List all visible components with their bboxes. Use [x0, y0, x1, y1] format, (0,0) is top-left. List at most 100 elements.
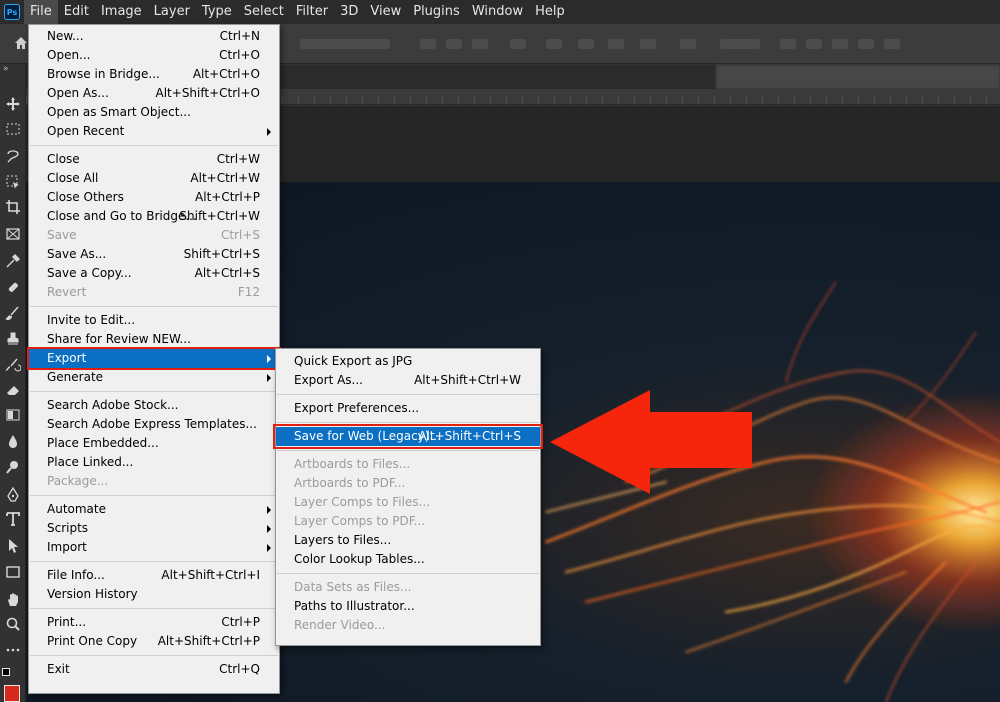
- clone-stamp-icon[interactable]: [5, 331, 21, 347]
- eyedropper-icon[interactable]: [5, 253, 21, 269]
- lasso-icon[interactable]: [5, 148, 21, 164]
- align-icon[interactable]: [510, 39, 526, 49]
- align-icon[interactable]: [472, 39, 488, 49]
- file-menu-item-print-one-copy[interactable]: Print One Copy Alt+Shift+Ctrl+P: [29, 632, 279, 651]
- export-menu-item-layers-to-files[interactable]: Layers to Files...: [276, 531, 540, 550]
- file-menu-item-exit[interactable]: Exit Ctrl+Q: [29, 660, 279, 679]
- menu-item-label: Layers to Files...: [294, 533, 392, 547]
- document-tab-active[interactable]: [716, 65, 1000, 89]
- file-menu-item-print[interactable]: Print... Ctrl+P: [29, 613, 279, 632]
- marquee-icon[interactable]: [5, 121, 21, 137]
- align-icon[interactable]: [546, 39, 562, 49]
- file-menu-item-open-as[interactable]: Open As... Alt+Shift+Ctrl+O: [29, 84, 279, 103]
- file-menu-item-new[interactable]: New... Ctrl+N: [29, 27, 279, 46]
- export-menu-item-export-preferences[interactable]: Export Preferences...: [276, 399, 540, 418]
- collapse-panel-icon[interactable]: »: [3, 64, 9, 74]
- file-menu-item-search-adobe-stock[interactable]: Search Adobe Stock...: [29, 396, 279, 415]
- healing-brush-icon[interactable]: [5, 279, 21, 295]
- file-menu-item-export[interactable]: Export: [27, 347, 281, 370]
- frame-icon[interactable]: [5, 226, 21, 242]
- file-menu-item-invite-to-edit[interactable]: Invite to Edit...: [29, 311, 279, 330]
- file-menu-item-open[interactable]: Open... Ctrl+O: [29, 46, 279, 65]
- submenu-arrow-icon: [267, 544, 271, 552]
- file-menu-item-save: Save Ctrl+S: [29, 226, 279, 245]
- 3d-icon[interactable]: [780, 39, 796, 49]
- blur-icon[interactable]: [5, 433, 21, 449]
- dodge-icon[interactable]: [5, 459, 21, 475]
- menu-image[interactable]: Image: [95, 0, 148, 24]
- export-menu-item-save-for-web-legacy[interactable]: Save for Web (Legacy)... Alt+Shift+Ctrl+S: [273, 424, 543, 449]
- file-menu-item-version-history[interactable]: Version History: [29, 585, 279, 604]
- menu-type[interactable]: Type: [196, 0, 238, 24]
- menu-help[interactable]: Help: [529, 0, 571, 24]
- default-colors-icon[interactable]: [2, 668, 10, 676]
- menu-3d[interactable]: 3D: [334, 0, 364, 24]
- menu-item-label: Automate: [47, 502, 106, 516]
- file-menu-item-file-info[interactable]: File Info... Alt+Shift+Ctrl+I: [29, 566, 279, 585]
- menu-item-shortcut: Alt+Shift+Ctrl+P: [157, 634, 260, 648]
- export-menu-item-export-as[interactable]: Export As... Alt+Shift+Ctrl+W: [276, 371, 540, 390]
- export-menu-item-color-lookup-tables[interactable]: Color Lookup Tables...: [276, 550, 540, 569]
- move-icon[interactable]: [5, 96, 21, 112]
- menu-plugins[interactable]: Plugins: [407, 0, 466, 24]
- hand-icon[interactable]: [5, 592, 21, 608]
- more-options-icon[interactable]: [680, 39, 696, 49]
- menu-item-label: Close Others: [47, 190, 124, 204]
- menu-view[interactable]: View: [364, 0, 407, 24]
- file-menu-item-close-others[interactable]: Close Others Alt+Ctrl+P: [29, 188, 279, 207]
- align-icon[interactable]: [608, 39, 624, 49]
- file-menu-item-automate[interactable]: Automate: [29, 500, 279, 519]
- mode-control[interactable]: [720, 39, 760, 49]
- 3d-icon[interactable]: [832, 39, 848, 49]
- path-select-icon[interactable]: [5, 538, 21, 554]
- type-icon[interactable]: [5, 511, 21, 527]
- file-menu-item-browse-in-bridge[interactable]: Browse in Bridge... Alt+Ctrl+O: [29, 65, 279, 84]
- gradient-icon[interactable]: [5, 407, 21, 423]
- options-control[interactable]: [300, 39, 390, 49]
- align-icon[interactable]: [420, 39, 436, 49]
- rectangle-icon[interactable]: [5, 564, 21, 580]
- 3d-icon[interactable]: [806, 39, 822, 49]
- export-menu-item-quick-export-as-jpg[interactable]: Quick Export as JPG: [276, 352, 540, 371]
- menu-select[interactable]: Select: [238, 0, 290, 24]
- export-menu-item-layer-comps-to-pdf: Layer Comps to PDF...: [276, 512, 540, 531]
- eraser-icon[interactable]: [5, 382, 21, 398]
- menu-window[interactable]: Window: [466, 0, 529, 24]
- zoom-icon[interactable]: [5, 616, 21, 632]
- file-menu-item-search-adobe-express-templates[interactable]: Search Adobe Express Templates...: [29, 415, 279, 434]
- home-icon[interactable]: [14, 36, 28, 50]
- export-menu-item-render-video: Render Video...: [276, 616, 540, 635]
- document-tab[interactable]: [280, 65, 710, 89]
- file-menu-item-place-embedded[interactable]: Place Embedded...: [29, 434, 279, 453]
- pen-icon[interactable]: [5, 487, 21, 503]
- file-menu-item-import[interactable]: Import: [29, 538, 279, 557]
- align-icon[interactable]: [640, 39, 656, 49]
- file-menu-item-open-recent[interactable]: Open Recent: [29, 122, 279, 141]
- file-menu-item-save-a-copy[interactable]: Save a Copy... Alt+Ctrl+S: [29, 264, 279, 283]
- file-menu-item-close-all[interactable]: Close All Alt+Ctrl+W: [29, 169, 279, 188]
- file-menu-item-scripts[interactable]: Scripts: [29, 519, 279, 538]
- 3d-icon[interactable]: [858, 39, 874, 49]
- file-menu-item-open-as-smart-object[interactable]: Open as Smart Object...: [29, 103, 279, 122]
- menu-file[interactable]: File: [24, 0, 58, 24]
- 3d-icon[interactable]: [884, 39, 900, 49]
- align-icon[interactable]: [578, 39, 594, 49]
- align-icon[interactable]: [446, 39, 462, 49]
- file-menu-item-generate[interactable]: Generate: [29, 368, 279, 387]
- menu-filter[interactable]: Filter: [290, 0, 334, 24]
- foreground-color-swatch[interactable]: [4, 685, 20, 702]
- photoshop-logo-icon: Ps: [4, 4, 20, 20]
- menu-edit[interactable]: Edit: [58, 0, 95, 24]
- object-select-icon[interactable]: [5, 174, 21, 190]
- more-tools-icon[interactable]: [5, 642, 21, 658]
- file-menu-item-close[interactable]: Close Ctrl+W: [29, 150, 279, 169]
- file-menu-item-share-for-review-new[interactable]: Share for Review NEW...: [29, 330, 279, 349]
- file-menu-item-save-as[interactable]: Save As... Shift+Ctrl+S: [29, 245, 279, 264]
- file-menu-item-close-and-go-to-bridge[interactable]: Close and Go to Bridge... Shift+Ctrl+W: [29, 207, 279, 226]
- crop-icon[interactable]: [5, 199, 21, 215]
- file-menu-item-place-linked[interactable]: Place Linked...: [29, 453, 279, 472]
- history-brush-icon[interactable]: [5, 357, 21, 373]
- brush-icon[interactable]: [5, 305, 21, 321]
- menu-layer[interactable]: Layer: [148, 0, 196, 24]
- export-menu-item-paths-to-illustrator[interactable]: Paths to Illustrator...: [276, 597, 540, 616]
